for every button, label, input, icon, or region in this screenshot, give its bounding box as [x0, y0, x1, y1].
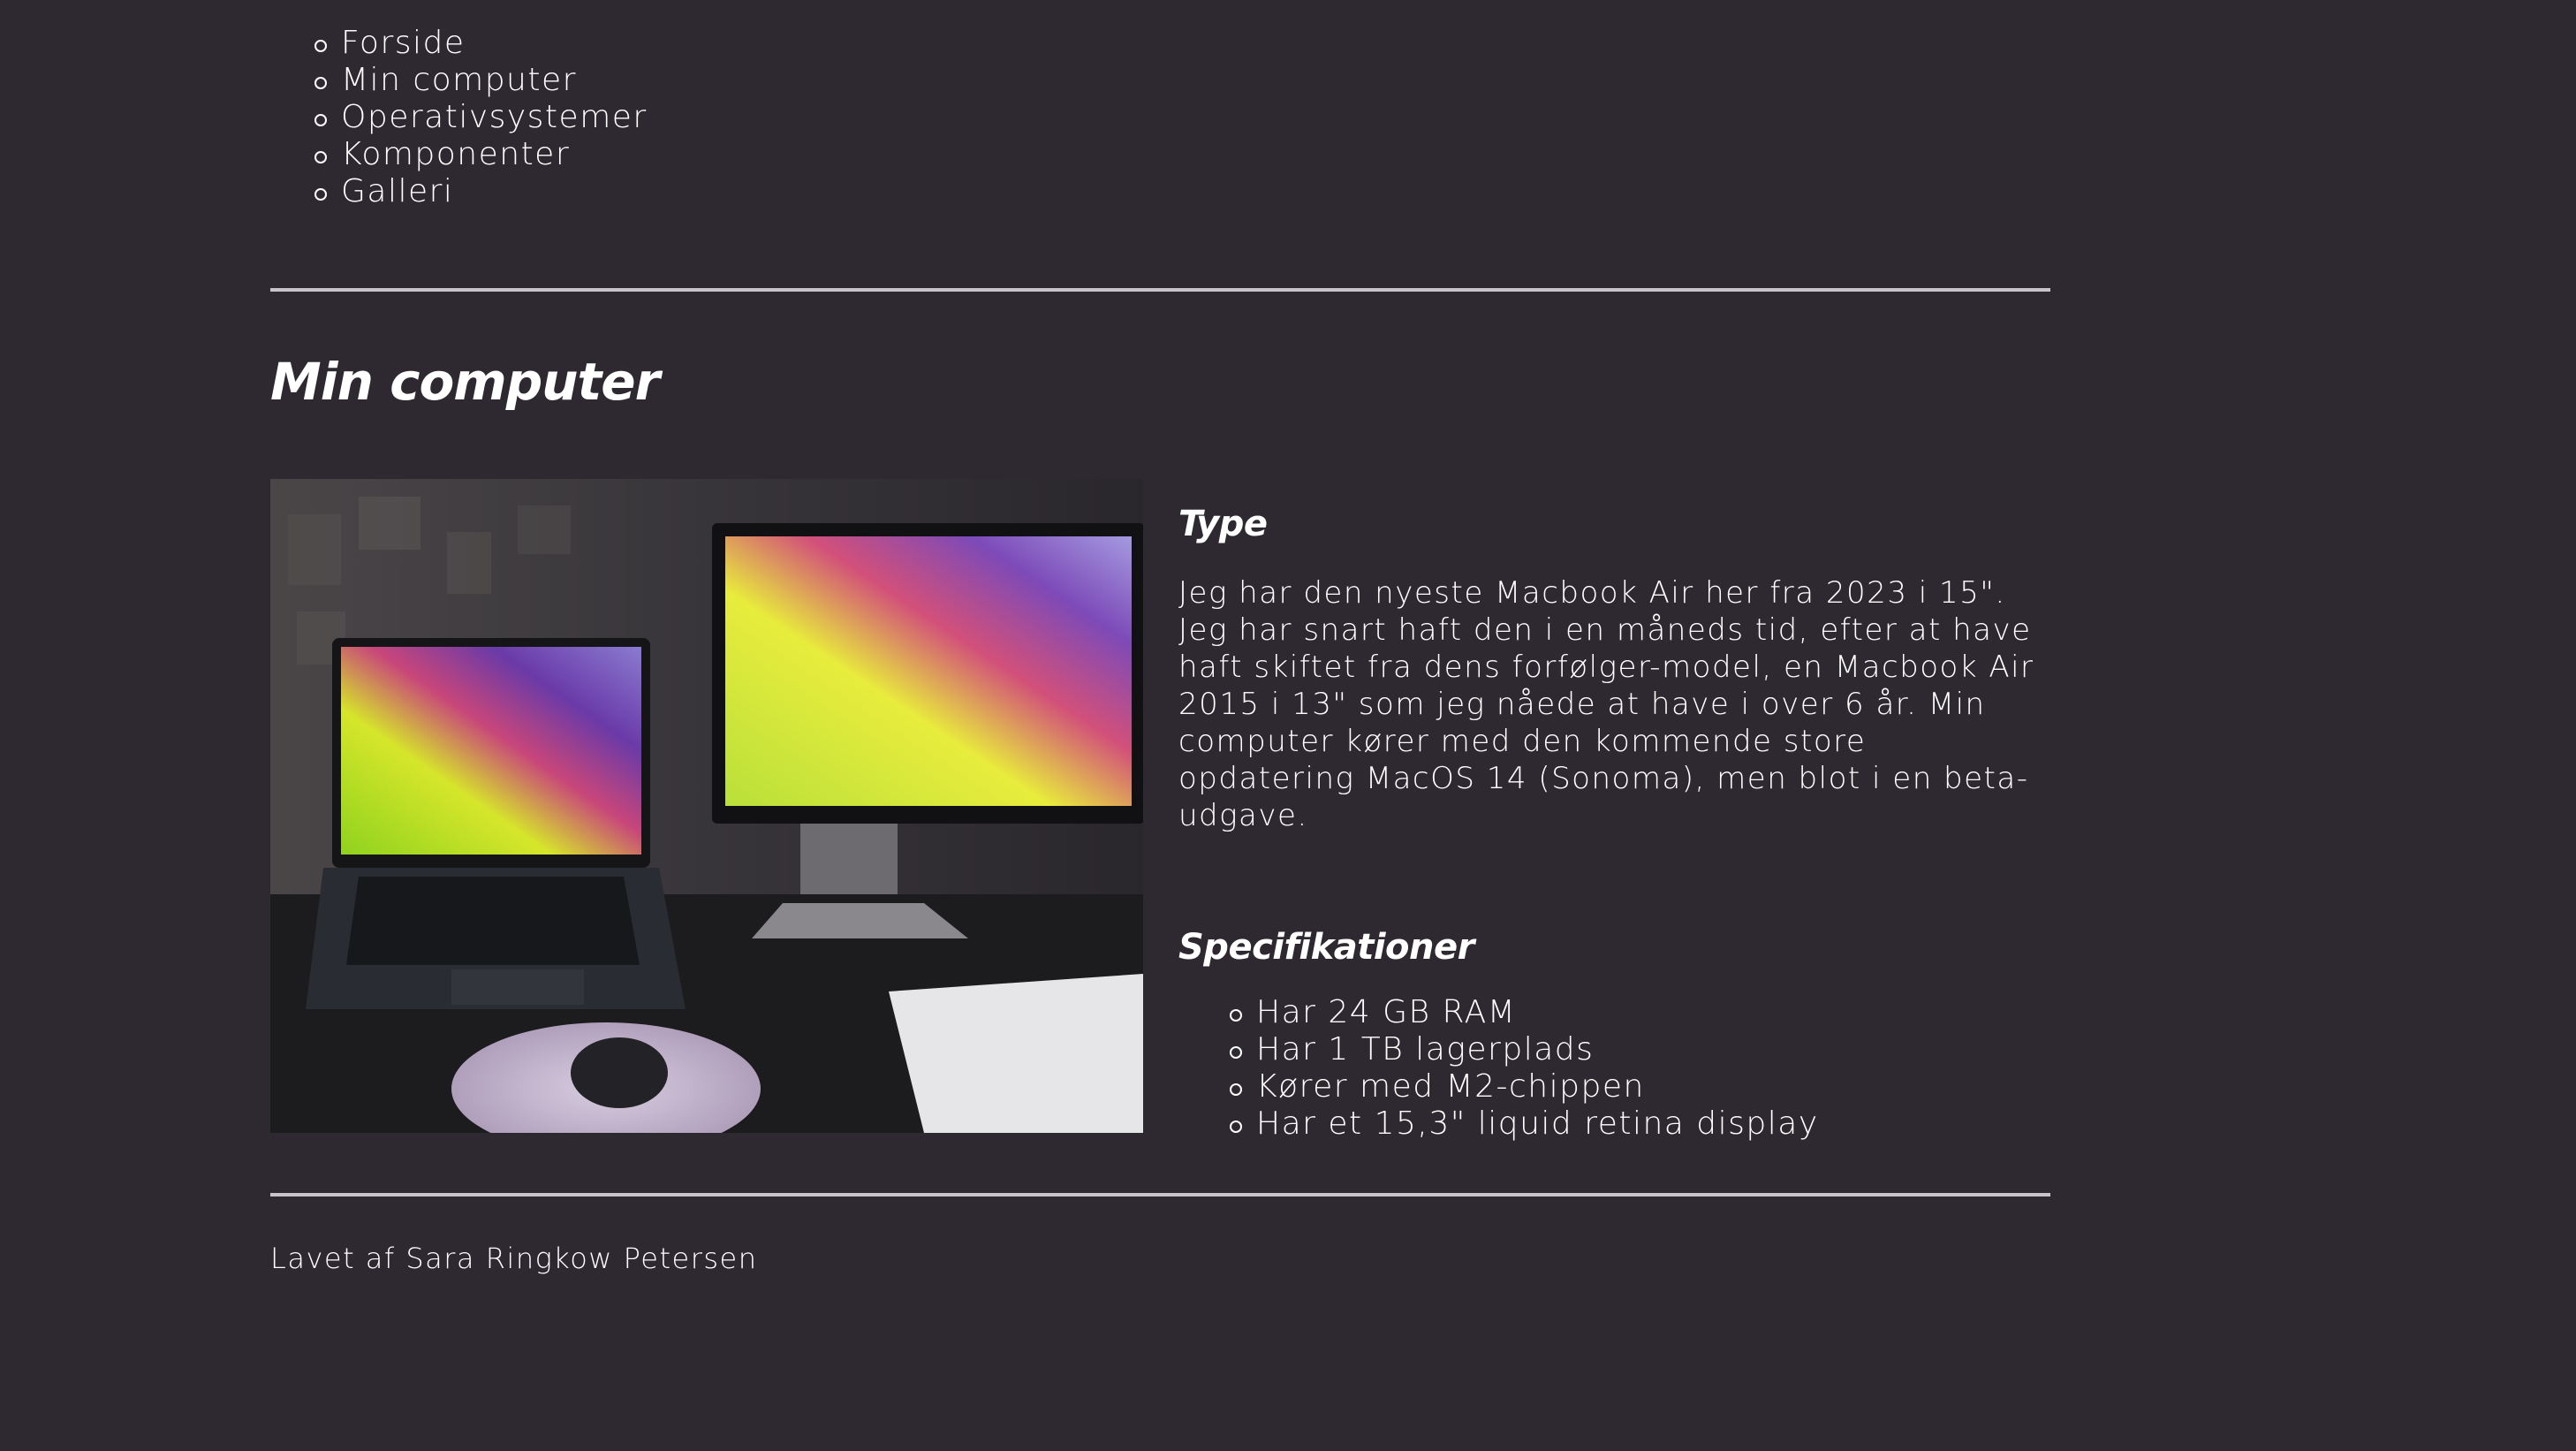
nav-item-forside[interactable]: Forside	[307, 25, 648, 62]
computer-photo	[270, 479, 1143, 1133]
nav-item-galleri[interactable]: Galleri	[307, 173, 648, 210]
spec-item: Kører med M2-chippen	[1223, 1068, 2053, 1105]
footer-credit: Lavet af Sara Ringkow Petersen	[270, 1242, 758, 1275]
type-description: Jeg har den nyeste Macbook Air her fra 2…	[1178, 575, 2034, 833]
top-divider	[270, 288, 2050, 292]
bottom-divider	[270, 1193, 2050, 1197]
page: Forside Min computer Operativsystemer Ko…	[0, 0, 2576, 1451]
nav-list: Forside Min computer Operativsystemer Ko…	[307, 25, 648, 210]
spec-heading: Specifikationer	[1178, 927, 1474, 968]
nav-link-komponenter[interactable]: Komponenter	[341, 136, 570, 172]
spec-item: Har 1 TB lagerplads	[1223, 1031, 2053, 1068]
nav-link-min-computer[interactable]: Min computer	[341, 62, 577, 98]
nav-item-operativsystemer[interactable]: Operativsystemer	[307, 99, 648, 136]
type-heading: Type	[1178, 504, 1268, 544]
nav-link-forside[interactable]: Forside	[341, 25, 466, 61]
spec-list: Har 24 GB RAM Har 1 TB lagerplads Kører …	[1223, 994, 2053, 1143]
nav-item-min-computer[interactable]: Min computer	[307, 62, 648, 99]
computer-info: Type Jeg har den nyeste Macbook Air her …	[1178, 504, 2053, 1143]
page-title: Min computer	[270, 352, 660, 412]
spec-item: Har et 15,3" liquid retina display	[1223, 1105, 2053, 1143]
nav-link-galleri[interactable]: Galleri	[341, 173, 453, 209]
spec-item: Har 24 GB RAM	[1223, 994, 2053, 1031]
nav-item-komponenter[interactable]: Komponenter	[307, 136, 648, 173]
nav-link-operativsystemer[interactable]: Operativsystemer	[341, 99, 648, 135]
